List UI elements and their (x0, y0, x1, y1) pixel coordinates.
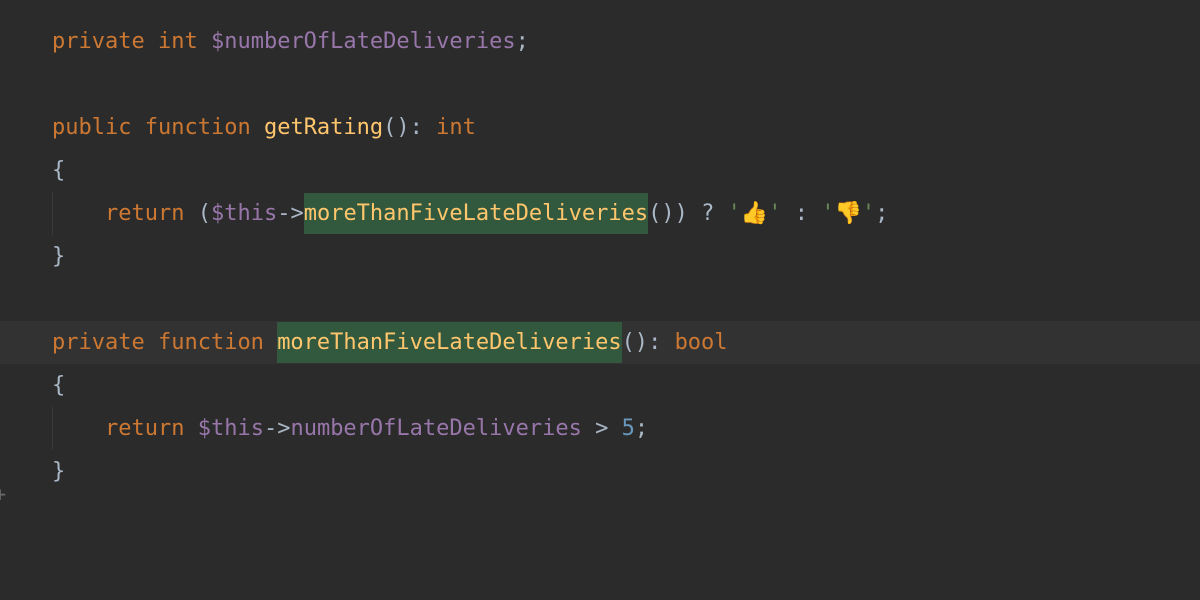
code-line[interactable]: { (0, 149, 1200, 192)
code-line-blank[interactable] (0, 63, 1200, 106)
return-type: bool (675, 322, 728, 364)
brace: } (52, 236, 65, 278)
semicolon: ; (516, 21, 529, 63)
ternary: ? (688, 193, 728, 235)
ternary: : (781, 193, 821, 235)
gutter-add-icon[interactable]: + (0, 475, 6, 513)
space (264, 322, 277, 364)
function-name: getRating (264, 107, 383, 149)
indent (52, 408, 105, 450)
indent (52, 193, 105, 235)
code-line[interactable]: { (0, 364, 1200, 407)
parens: () (383, 107, 410, 149)
open-paren: ( (184, 193, 211, 235)
close-paren: ) (675, 193, 688, 235)
string-quote: ' (821, 193, 834, 235)
brace: } (52, 451, 65, 493)
this-var: $this (184, 408, 263, 450)
type: int (158, 21, 198, 63)
space (145, 21, 158, 63)
keyword: function (158, 322, 264, 364)
code-line-blank[interactable] (0, 278, 1200, 321)
number: 5 (622, 408, 635, 450)
space (251, 107, 264, 149)
brace: { (52, 150, 65, 192)
semicolon: ; (635, 408, 648, 450)
property: numberOfLateDeliveries (290, 408, 581, 450)
brace: { (52, 365, 65, 407)
code-line[interactable]: public function getRating(): int (0, 106, 1200, 149)
parens: () (648, 193, 675, 235)
colon: : (648, 322, 661, 364)
parens: () (622, 322, 649, 364)
semicolon: ; (875, 193, 888, 235)
code-line[interactable]: private int $numberOfLateDeliveries; (0, 20, 1200, 63)
colon: : (410, 107, 423, 149)
space (145, 322, 158, 364)
keyword: return (105, 408, 184, 450)
code-line[interactable]: } (0, 235, 1200, 278)
thumbs-up-icon: 👍 (741, 193, 768, 235)
thumbs-down-icon: 👎 (834, 193, 861, 235)
keyword: private (52, 322, 145, 364)
code-line-current[interactable]: private function moreThanFiveLateDeliver… (0, 321, 1200, 364)
string-quote: ' (862, 193, 875, 235)
keyword: private (52, 21, 145, 63)
string-quote: ' (768, 193, 781, 235)
string-quote: ' (728, 193, 741, 235)
code-line[interactable]: return $this->numberOfLateDeliveries > 5… (0, 407, 1200, 450)
code-line[interactable]: } (0, 450, 1200, 493)
space (423, 107, 436, 149)
arrow: -> (264, 408, 291, 450)
method-call-highlighted: moreThanFiveLateDeliveries (304, 193, 648, 235)
indent-guide (52, 407, 53, 450)
operator: > (582, 408, 622, 450)
this-var: $this (211, 193, 277, 235)
indent-guide (52, 192, 53, 235)
keyword: function (145, 107, 251, 149)
keyword: return (105, 193, 184, 235)
code-editor[interactable]: private int $numberOfLateDeliveries; pub… (0, 0, 1200, 493)
arrow: -> (277, 193, 304, 235)
space (131, 107, 144, 149)
space (661, 322, 674, 364)
code-line[interactable]: return ($this->moreThanFiveLateDeliverie… (0, 192, 1200, 235)
keyword: public (52, 107, 131, 149)
space (198, 21, 211, 63)
return-type: int (436, 107, 476, 149)
variable: $numberOfLateDeliveries (211, 21, 516, 63)
function-name-highlighted: moreThanFiveLateDeliveries (277, 322, 621, 364)
